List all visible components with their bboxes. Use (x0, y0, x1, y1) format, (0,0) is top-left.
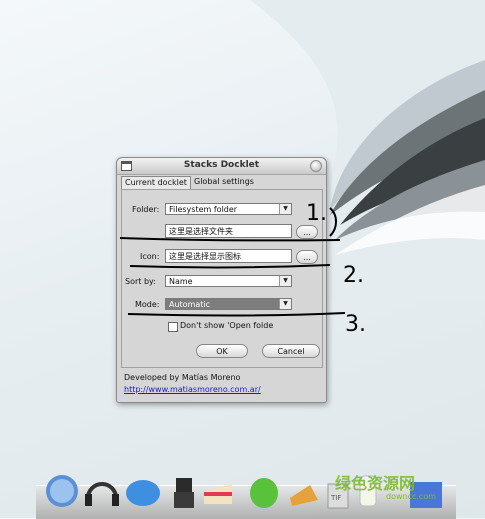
dock-icons: TIF (46, 475, 442, 509)
svg-text:TIF: TIF (330, 494, 341, 502)
robot-icon (174, 478, 194, 508)
cake-icon (204, 484, 232, 504)
headphones-icon (85, 482, 119, 506)
hi-bubble-icon (46, 475, 78, 507)
watermark: 绿色资源网 (335, 474, 416, 493)
twitter-bird-icon (126, 480, 160, 506)
sneaker-icon (290, 485, 318, 506)
green-bag-icon (250, 478, 278, 508)
watermark-sub: downcc.com (386, 492, 437, 501)
